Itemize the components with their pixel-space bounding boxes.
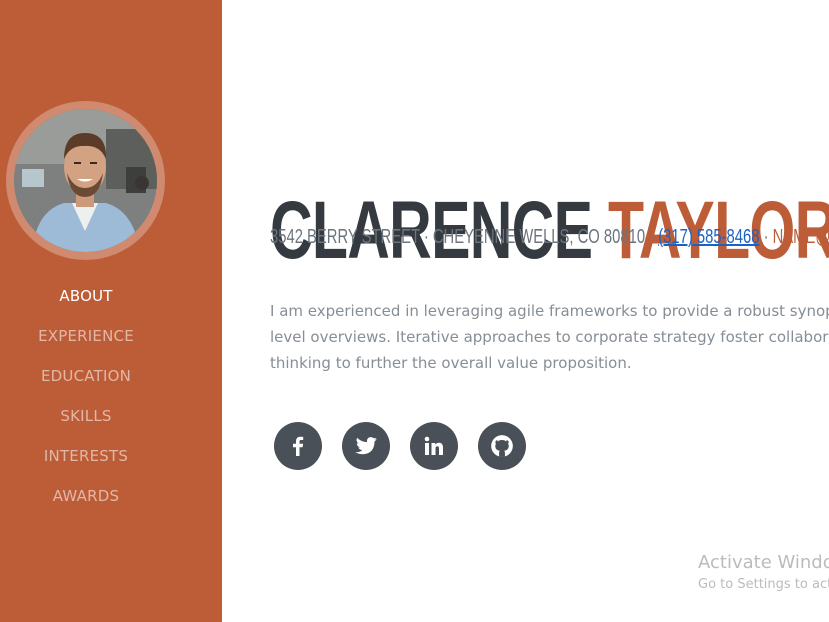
linkedin-icon [424,436,443,455]
watermark-title: Activate Windows [698,552,829,573]
watermark-subtitle: Go to Settings to activate Windows. [698,577,829,592]
social-icons [274,422,546,470]
sidebar-nav: ABOUT EXPERIENCE EDUCATION SKILLS INTERE… [0,280,172,520]
nav-item-interests[interactable]: INTERESTS [0,440,172,480]
nav-item-experience[interactable]: EXPERIENCE [0,320,172,360]
intro-line-3: thinking to further the overall value pr… [270,354,632,372]
main-content: CLARENCE TAYLOR 3542 BERRY STREET · CHEY… [270,0,829,622]
email-link[interactable]: NAME@EMAIL.COM [773,226,829,248]
avatar [14,109,157,252]
intro-line-2: level overviews. Iterative approaches to… [270,328,829,346]
twitter-button[interactable] [342,422,390,470]
phone-link[interactable]: (317) 585-8468 [658,226,759,248]
nav-item-education[interactable]: EDUCATION [0,360,172,400]
avatar-ring [6,101,165,260]
contact-subheading: 3542 BERRY STREET · CHEYENNE WELLS, CO 8… [270,225,829,249]
linkedin-button[interactable] [410,422,458,470]
nav-item-awards[interactable]: AWARDS [0,480,172,520]
facebook-button[interactable] [274,422,322,470]
facebook-icon [293,436,304,456]
intro-line-1: I am experienced in leveraging agile fra… [270,302,829,320]
separator: · [759,226,773,248]
page: ABOUT EXPERIENCE EDUCATION SKILLS INTERE… [0,0,829,622]
sidebar: ABOUT EXPERIENCE EDUCATION SKILLS INTERE… [0,0,222,622]
profile-photo [14,109,157,252]
github-icon [491,435,513,457]
github-button[interactable] [478,422,526,470]
nav-item-skills[interactable]: SKILLS [0,400,172,440]
address-text: 3542 BERRY STREET · CHEYENNE WELLS, CO 8… [270,226,659,248]
twitter-icon [355,437,377,455]
nav-item-about[interactable]: ABOUT [0,280,172,320]
activate-windows-watermark: Activate Windows Go to Settings to activ… [698,551,829,595]
intro-paragraph: I am experienced in leveraging agile fra… [270,298,829,376]
